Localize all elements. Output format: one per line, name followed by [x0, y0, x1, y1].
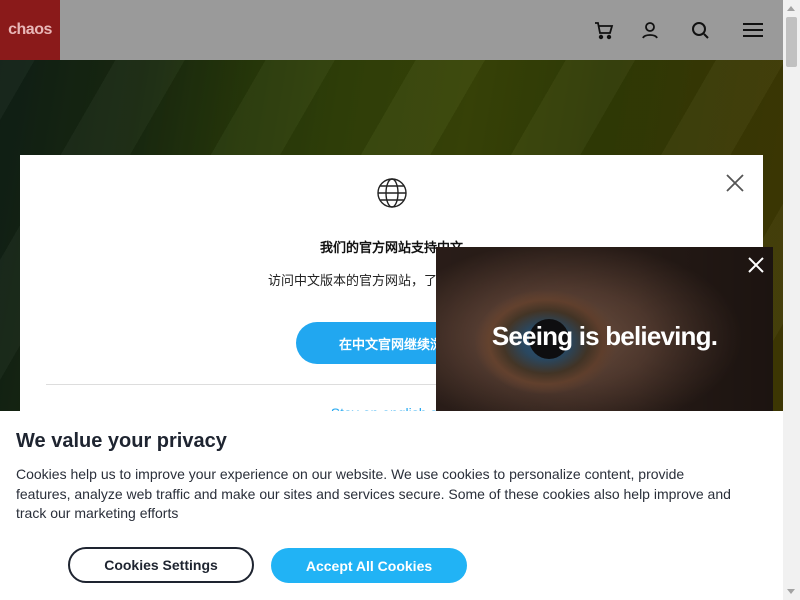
globe-icon [377, 178, 407, 208]
cookies-settings-button[interactable]: Cookies Settings [68, 547, 254, 583]
cookie-title: We value your privacy [16, 430, 227, 452]
cart-icon[interactable] [592, 18, 616, 42]
menu-icon[interactable] [741, 18, 765, 42]
close-icon[interactable] [747, 256, 765, 274]
user-icon[interactable] [638, 18, 662, 42]
scroll-up-arrow-icon[interactable] [787, 6, 795, 11]
close-icon[interactable] [725, 173, 745, 193]
cookie-description: Cookies help us to improve your experien… [16, 466, 731, 521]
promo-headline: Seeing is believing. [491, 321, 718, 351]
accept-all-cookies-button[interactable]: Accept All Cookies [271, 548, 467, 583]
site-header: chaos [0, 0, 783, 60]
search-icon[interactable] [688, 18, 712, 42]
chaos-logo[interactable]: chaos [0, 0, 60, 60]
scrollbar-thumb[interactable] [786, 17, 797, 67]
eye-promo-popup[interactable]: Seeing is believing. [436, 247, 773, 412]
page-scrollbar[interactable] [783, 0, 800, 600]
scroll-down-arrow-icon[interactable] [787, 589, 795, 594]
cookie-banner: We value your privacy Cookies help us to… [0, 411, 783, 600]
